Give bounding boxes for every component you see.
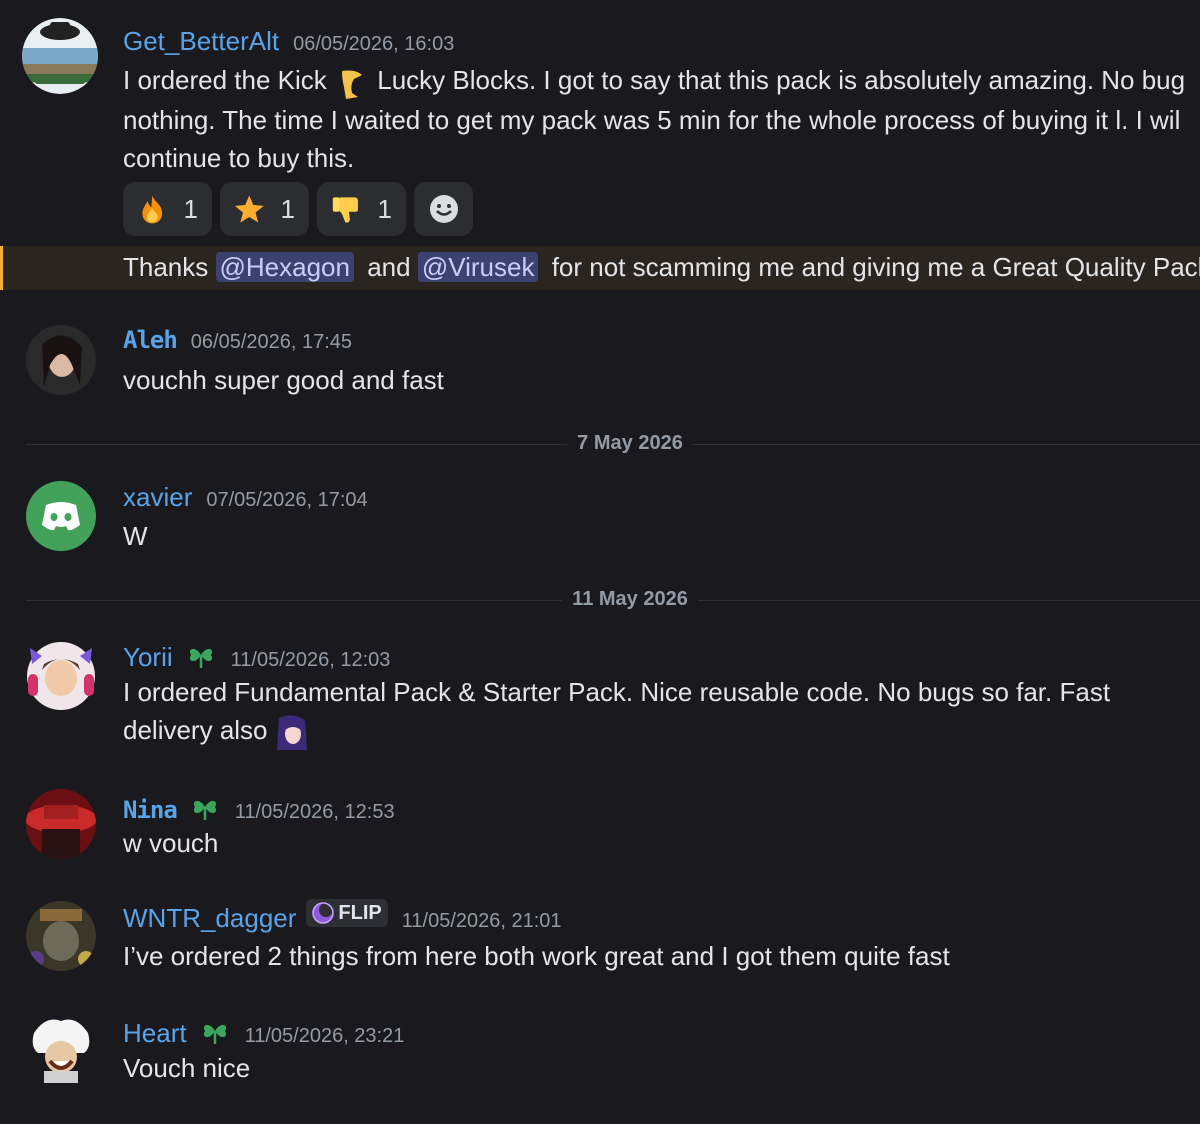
clover-badge-icon[interactable] [185, 641, 217, 669]
add-reaction-button[interactable] [414, 182, 473, 236]
avatar[interactable] [26, 325, 96, 395]
message-text: and [367, 252, 411, 282]
message-text: nothing. The time I waited to get my pac… [123, 105, 1181, 136]
username[interactable]: xavier [123, 482, 192, 513]
discord-logo-icon [42, 502, 80, 531]
message-text: delivery also [123, 715, 268, 745]
message-text: Vouch nice [123, 1053, 251, 1083]
username[interactable]: Get_BetterAlt [123, 26, 279, 57]
message-text: I’ve ordered 2 things from here both wor… [123, 941, 950, 971]
avatar[interactable] [26, 901, 96, 971]
message-content: I ordered Fundamental Pack & Starter Pac… [123, 673, 1110, 752]
date-divider-label: 7 May 2026 [567, 432, 693, 455]
thumbs-down-icon [332, 197, 358, 223]
reaction-star[interactable]: 1 [220, 182, 309, 236]
message-header: Get_BetterAlt 06/05/2026, 16:03 [123, 26, 454, 57]
timestamp[interactable]: 06/05/2026, 17:45 [191, 331, 352, 354]
tag-label: FLIP [338, 901, 382, 924]
message-header: Yorii 11/05/2026, 12:03 [123, 638, 390, 673]
username[interactable]: Nina [123, 796, 178, 824]
smiley-icon [429, 195, 458, 223]
avatar[interactable] [26, 1013, 96, 1083]
avatar[interactable] [26, 481, 96, 551]
message-text: I ordered Fundamental Pack & Starter Pac… [123, 677, 1111, 707]
message-text: W [123, 521, 148, 551]
timestamp[interactable]: 07/05/2026, 17:04 [206, 489, 367, 512]
star-icon [234, 195, 264, 223]
clover-badge-icon[interactable] [189, 793, 221, 821]
message-text: I ordered the Kick [123, 65, 327, 95]
followup-message: Thanks @Hexagon and @Virusek for not sca… [123, 248, 1200, 286]
reaction-count: 1 [377, 193, 392, 224]
username[interactable]: WNTR_dagger [123, 903, 296, 934]
message-text: continue to buy this. [123, 143, 355, 174]
timestamp[interactable]: 11/05/2026, 21:01 [402, 910, 562, 933]
server-tag[interactable]: FLIP [306, 899, 388, 927]
message-text: Lucky Blocks. I got to say that this pac… [377, 65, 1186, 95]
message-content: I ordered the Kick Lucky Blocks. I got t… [123, 61, 1185, 177]
avatar[interactable] [26, 789, 96, 859]
reaction-count: 1 [280, 193, 295, 224]
message-header: Nina 11/05/2026, 12:53 [123, 790, 395, 824]
message-text: w vouch [123, 828, 219, 858]
moon-tag-icon [312, 902, 335, 924]
message-text: vouchh super good and fast [123, 365, 444, 395]
clover-badge-icon[interactable] [199, 1017, 231, 1045]
anime-girl-emoji-icon [275, 712, 309, 752]
message-text: Thanks [123, 252, 209, 282]
message-text: for not scamming me and giving me a Grea… [551, 252, 1200, 282]
username[interactable]: Aleh [123, 326, 178, 354]
message-header: WNTR_dagger FLIP 11/05/2026, 21:01 [123, 899, 562, 934]
timestamp[interactable]: 11/05/2026, 12:53 [235, 801, 395, 824]
message-header: xavier 07/05/2026, 17:04 [123, 482, 368, 513]
username[interactable]: Heart [123, 1018, 187, 1049]
reaction-count: 1 [183, 193, 198, 224]
mention-virusek[interactable]: @Virusek [417, 252, 539, 282]
timestamp[interactable]: 11/05/2026, 23:21 [245, 1025, 405, 1048]
timestamp[interactable]: 11/05/2026, 12:03 [231, 649, 391, 672]
reaction-fire[interactable]: 1 [123, 182, 212, 236]
fire-icon [142, 195, 163, 224]
date-divider-label: 11 May 2026 [562, 588, 698, 611]
username[interactable]: Yorii [123, 642, 173, 673]
leg-kick-icon [334, 63, 370, 101]
avatar[interactable] [20, 634, 102, 716]
timestamp[interactable]: 06/05/2026, 16:03 [293, 33, 454, 56]
avatar[interactable] [22, 18, 98, 94]
message-header: Heart 11/05/2026, 23:21 [123, 1014, 404, 1049]
message-header: Aleh 06/05/2026, 17:45 [123, 326, 352, 354]
reaction-thumbs-down[interactable]: 1 [317, 182, 406, 236]
mention-hexagon[interactable]: @Hexagon [215, 252, 354, 282]
